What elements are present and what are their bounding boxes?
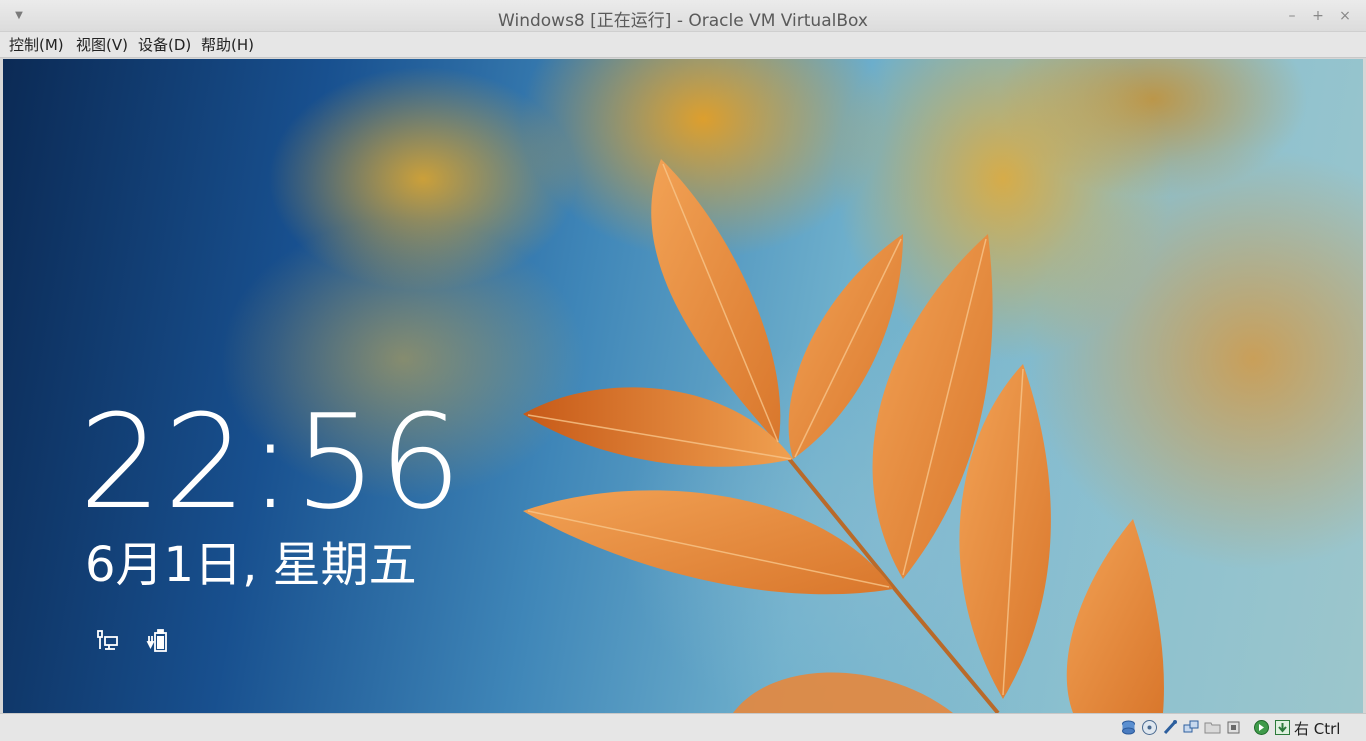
window-title: Windows8 [正在运行] - Oracle VM VirtualBox [498, 11, 868, 31]
menu-view[interactable]: 视图(V) [76, 35, 128, 55]
close-button[interactable]: × [1336, 7, 1354, 25]
network-icon [97, 630, 118, 650]
menu-bar: 控制(M) 视图(V) 设备(D) 帮助(H) [0, 32, 1366, 58]
lockscreen-time: 22:56 [79, 386, 464, 538]
maximize-button[interactable]: + [1309, 7, 1327, 25]
cpu-icon[interactable] [1225, 719, 1242, 736]
lockscreen-date: 6月1日, 星期五 [85, 537, 417, 593]
optical-drive-icon[interactable] [1141, 719, 1158, 736]
menu-devices[interactable]: 设备(D) [138, 35, 191, 55]
window-titlebar[interactable]: ▼ Windows8 [正在运行] - Oracle VM VirtualBox… [0, 0, 1366, 32]
shared-folders-icon[interactable] [1204, 719, 1221, 736]
keyboard-capture-icon[interactable] [1274, 719, 1291, 736]
mouse-integration-icon[interactable] [1253, 719, 1270, 736]
menu-help[interactable]: 帮助(H) [201, 35, 254, 55]
network-adapters-icon[interactable] [1183, 719, 1200, 736]
usb-icon[interactable] [1162, 719, 1179, 736]
minimize-button[interactable]: – [1283, 7, 1301, 25]
guest-display[interactable]: 22:56 6月1日, 星期五 [3, 59, 1363, 713]
host-key-label: 右 Ctrl [1294, 720, 1341, 738]
status-bar: 右 Ctrl [0, 713, 1366, 741]
hard-disk-icon[interactable] [1120, 719, 1137, 736]
battery-icon [146, 629, 167, 652]
menu-control[interactable]: 控制(M) [9, 35, 64, 55]
